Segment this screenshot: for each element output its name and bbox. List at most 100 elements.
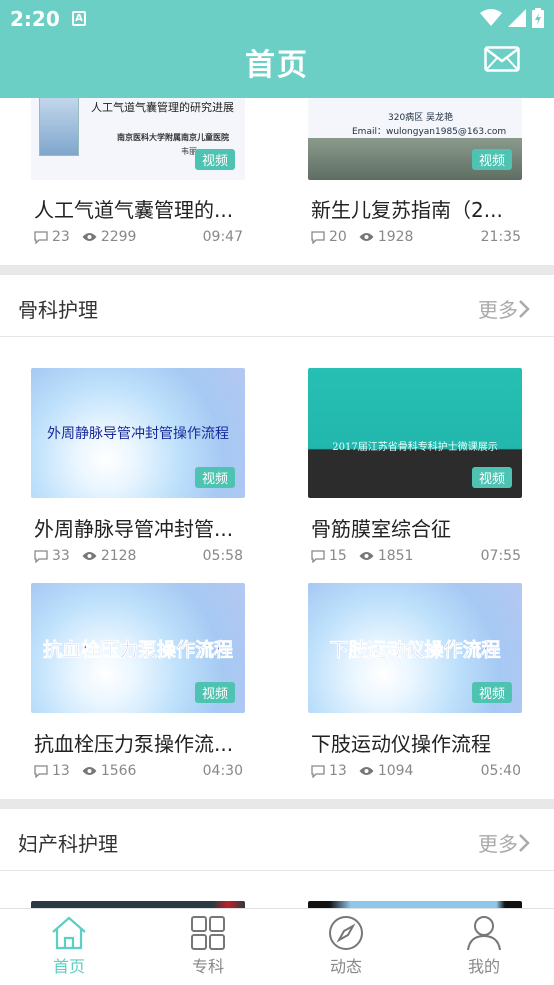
home-screen: 2:20 A 首页 人工气道气囊管理的研究进展 南京医科大学附属南京儿童医院 韦… xyxy=(0,0,554,985)
status-time: 2:20 xyxy=(10,7,60,31)
comment-icon xyxy=(311,230,325,244)
video-badge: 视频 xyxy=(471,682,512,703)
section-title: 妇产科护理 xyxy=(18,832,118,856)
video-badge: 视频 xyxy=(471,467,512,488)
video-thumbnail[interactable]: 320病区 吴龙艳 Email：wulongyan1985@163.com 视频 xyxy=(308,98,522,180)
app-bar: 2:20 A 首页 xyxy=(0,0,554,98)
thumbnail-text: 人工气道气囊管理的研究进展 xyxy=(91,101,234,114)
comment-icon xyxy=(34,764,48,778)
view-count: 1094 xyxy=(377,763,414,779)
more-label: 更多 xyxy=(478,832,518,856)
section-divider xyxy=(0,265,554,275)
video-thumbnail[interactable]: 人工气道气囊管理的研究进展 南京医科大学附属南京儿童医院 韦丽 视频 xyxy=(31,98,245,180)
home-icon xyxy=(52,916,86,950)
more-link[interactable]: 更多 xyxy=(478,294,530,323)
comment-icon xyxy=(34,549,48,563)
video-badge: 视频 xyxy=(194,149,235,170)
section-title: 骨科护理 xyxy=(18,298,98,322)
chevron-right-icon xyxy=(519,833,530,852)
signal-icon xyxy=(508,9,526,27)
card-title[interactable]: 抗血栓压力泵操作流... xyxy=(34,728,233,757)
more-label: 更多 xyxy=(478,298,518,322)
notification-a-icon: A xyxy=(72,11,86,26)
card-time: 04:30 xyxy=(202,763,243,779)
thumbnail-text: 抗血栓压力泵操作流程 xyxy=(42,639,234,662)
card-title[interactable]: 下肢运动仪操作流程 xyxy=(311,728,491,757)
card-stats: 13 1094 xyxy=(311,763,425,779)
eye-icon xyxy=(82,233,97,241)
view-count: 1566 xyxy=(100,763,137,779)
nav-item-home[interactable]: 首页 xyxy=(29,915,109,977)
more-link[interactable]: 更多 xyxy=(478,828,530,857)
card-time: 07:55 xyxy=(480,548,521,564)
view-count: 1928 xyxy=(377,229,414,245)
page-title: 首页 xyxy=(245,48,309,83)
comment-count: 13 xyxy=(52,763,70,779)
comment-count: 23 xyxy=(52,229,70,245)
video-thumbnail[interactable]: 下肢运动仪操作流程 视频 xyxy=(308,583,522,713)
eye-icon xyxy=(359,233,374,241)
video-thumbnail[interactable]: 抗血栓压力泵操作流程 视频 xyxy=(31,583,245,713)
comment-icon xyxy=(34,230,48,244)
feed-content[interactable]: 人工气道气囊管理的研究进展 南京医科大学附属南京儿童医院 韦丽 视频 320病区… xyxy=(0,98,554,908)
card-title[interactable]: 外周静脉导管冲封管... xyxy=(34,513,233,542)
card-time: 05:58 xyxy=(202,548,243,564)
card-time: 21:35 xyxy=(480,229,521,245)
nav-label: 首页 xyxy=(52,957,85,976)
nav-label: 专科 xyxy=(191,957,224,976)
comment-icon xyxy=(311,549,325,563)
view-count: 2299 xyxy=(100,229,137,245)
thumbnail-text: Email：wulongyan1985@163.com xyxy=(352,127,507,137)
card-time: 05:40 xyxy=(480,763,521,779)
card-stats: 15 1851 xyxy=(311,548,425,564)
compass-icon xyxy=(329,916,363,950)
thumbnail-text: 下肢运动仪操作流程 xyxy=(329,639,501,662)
card-title[interactable]: 人工气道气囊管理的... xyxy=(34,194,233,223)
eye-icon xyxy=(82,767,97,775)
wifi-icon xyxy=(480,9,502,26)
view-count: 2128 xyxy=(100,548,137,564)
grid-icon xyxy=(191,916,225,950)
video-thumbnail[interactable] xyxy=(308,901,522,908)
thumbnail-text: 外周静脉导管冲封管操作流程 xyxy=(47,426,229,442)
nav-item-news[interactable]: 动态 xyxy=(306,915,386,977)
thumbnail-text: 南京医科大学附属南京儿童医院 xyxy=(117,133,229,142)
view-count: 1851 xyxy=(377,548,414,564)
card-stats: 13 1566 xyxy=(34,763,148,779)
nav-item-specialty[interactable]: 专科 xyxy=(168,915,248,977)
comment-count: 13 xyxy=(329,763,347,779)
comment-count: 33 xyxy=(52,548,70,564)
nav-item-profile[interactable]: 我的 xyxy=(444,915,524,977)
status-bar: 2:20 A xyxy=(0,0,554,38)
comment-icon xyxy=(311,764,325,778)
chevron-right-icon xyxy=(519,299,530,318)
eye-icon xyxy=(359,767,374,775)
card-title[interactable]: 新生儿复苏指南（2... xyxy=(311,194,503,223)
nav-label: 我的 xyxy=(467,957,500,976)
nav-label: 动态 xyxy=(329,957,362,976)
card-stats: 33 2128 xyxy=(34,548,148,564)
eye-icon xyxy=(82,552,97,560)
video-thumbnail[interactable]: 2017届江苏省骨科专科护士微课展示 视频 xyxy=(308,368,522,498)
section-divider xyxy=(0,799,554,809)
eye-icon xyxy=(359,552,374,560)
section-header-line xyxy=(0,870,554,871)
video-badge: 视频 xyxy=(194,682,235,703)
thumbnail-text: 2017届江苏省骨科专科护士微课展示 xyxy=(332,442,498,453)
section-header-line xyxy=(0,336,554,337)
mail-icon[interactable] xyxy=(484,46,520,72)
card-time: 09:47 xyxy=(202,229,243,245)
battery-icon xyxy=(532,8,544,28)
video-thumbnail[interactable] xyxy=(31,901,245,908)
system-icons xyxy=(480,8,544,28)
comment-count: 20 xyxy=(329,229,347,245)
person-icon xyxy=(467,916,501,951)
hospital-building-image xyxy=(39,98,79,156)
video-badge: 视频 xyxy=(471,149,512,170)
bottom-navigation: 首页 专科 动态 我的 xyxy=(0,908,554,985)
video-thumbnail[interactable]: 外周静脉导管冲封管操作流程 视频 xyxy=(31,368,245,498)
video-badge: 视频 xyxy=(194,467,235,488)
card-stats: 20 1928 xyxy=(311,229,425,245)
card-title[interactable]: 骨筋膜室综合征 xyxy=(311,513,451,542)
comment-count: 15 xyxy=(329,548,347,564)
